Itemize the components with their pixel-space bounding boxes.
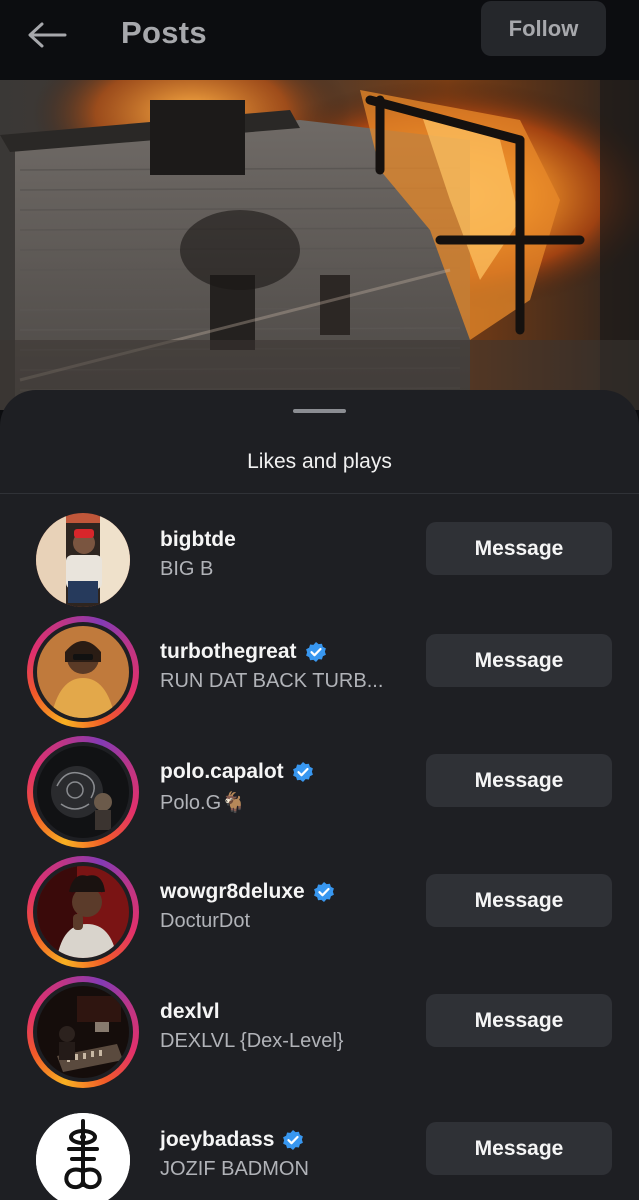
avatar[interactable] (27, 736, 139, 848)
display-name: JOZIF BADMON (160, 1158, 309, 1180)
verified-badge-icon (305, 641, 327, 663)
display-name: Polo.G🐐 (160, 792, 247, 814)
username[interactable]: dexlvl (160, 1000, 220, 1024)
list-item[interactable]: dexlvl DEXLVL {Dex-Level} Message (0, 976, 639, 1096)
verified-badge-icon (282, 1129, 304, 1151)
avatar[interactable] (27, 976, 139, 1088)
page-title: Posts (121, 15, 207, 50)
likes-screen: Posts Follow Likes and plays bigbtde BIG… (0, 0, 639, 1200)
username[interactable]: polo.capalot (160, 760, 314, 784)
list-item[interactable]: turbothegreat RUN DAT BACK TURB... Messa… (0, 616, 639, 736)
username[interactable]: bigbtde (160, 528, 236, 552)
message-button[interactable]: Message (426, 874, 612, 927)
back-button[interactable] (26, 20, 68, 54)
display-name: RUN DAT BACK TURB... (160, 670, 384, 692)
leviathan-cross-icon (36, 1113, 130, 1200)
display-name: DocturDot (160, 910, 251, 932)
avatar[interactable] (27, 504, 139, 616)
message-button[interactable]: Message (426, 754, 612, 807)
username[interactable]: turbothegreat (160, 640, 327, 664)
divider (0, 493, 639, 494)
username[interactable]: joeybadass (160, 1128, 304, 1152)
top-bar: Posts Follow (0, 0, 639, 80)
message-button[interactable]: Message (426, 994, 612, 1047)
list-item[interactable]: polo.capalot Polo.G🐐 Message (0, 736, 639, 856)
display-name: BIG B (160, 558, 214, 580)
verified-badge-icon (313, 881, 335, 903)
username[interactable]: wowgr8deluxe (160, 880, 335, 904)
post-image (0, 80, 639, 410)
display-name: DEXLVL {Dex-Level} (160, 1030, 344, 1052)
sheet-title: Likes and plays (247, 450, 392, 473)
message-button[interactable]: Message (426, 1122, 612, 1175)
avatar[interactable] (27, 856, 139, 968)
list-item[interactable]: wowgr8deluxe DocturDot Message (0, 856, 639, 976)
message-button[interactable]: Message (426, 634, 612, 687)
avatar[interactable] (27, 1104, 139, 1200)
follow-button[interactable]: Follow (481, 1, 606, 56)
drag-handle[interactable] (293, 409, 346, 413)
avatar[interactable] (27, 616, 139, 728)
message-button[interactable]: Message (426, 522, 612, 575)
list-item[interactable]: bigbtde BIG B Message (0, 504, 639, 624)
likes-sheet: Likes and plays bigbtde BIG B Message tu… (0, 390, 639, 1200)
verified-badge-icon (292, 761, 314, 783)
arrow-left-icon (27, 21, 67, 54)
list-item[interactable]: joeybadass JOZIF BADMON Message (0, 1104, 639, 1200)
